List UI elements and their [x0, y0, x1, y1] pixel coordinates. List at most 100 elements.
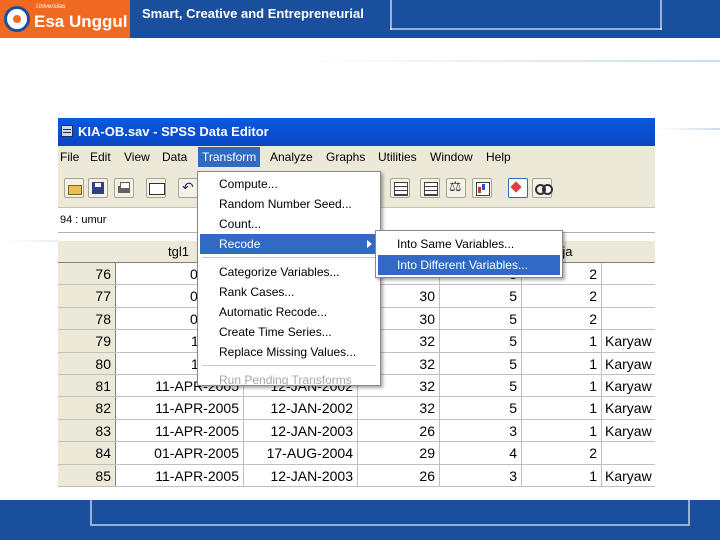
row-number[interactable]: 85: [58, 464, 116, 486]
cell-pekerjaan[interactable]: Karyaw: [602, 420, 655, 441]
menu-item-replace-missing-values[interactable]: Replace Missing Values...: [200, 342, 378, 362]
menu-item-into-different-variables[interactable]: Into Different Variables...: [378, 255, 560, 275]
cell-tgl2[interactable]: 12-JAN-2003: [244, 464, 358, 486]
cell-var4[interactable]: 5: [440, 330, 522, 352]
cell-reference: 94 : umur: [60, 214, 107, 226]
submenu-arrow-icon: [367, 240, 372, 248]
cell-kerja[interactable]: 1: [522, 464, 602, 486]
row-number[interactable]: 84: [58, 442, 116, 464]
tagline: Smart, Creative and Entrepreneurial: [142, 6, 364, 21]
menu-window[interactable]: Window: [430, 150, 473, 164]
table-row: 85 11-APR-2005 12-JAN-2003 26 3 1 Karyaw: [58, 464, 655, 487]
cell-pekerjaan[interactable]: [602, 263, 655, 284]
cell-pekerjaan[interactable]: Karyaw: [602, 353, 655, 374]
cell-var4[interactable]: 5: [440, 285, 522, 307]
cell-tgl1[interactable]: 11-APR-2005: [116, 419, 244, 442]
cell-umur[interactable]: 29: [358, 442, 440, 464]
cell-kerja[interactable]: 1: [522, 397, 602, 419]
menu-item-categorize-variables[interactable]: Categorize Variables...: [200, 262, 378, 282]
value-labels-icon[interactable]: [508, 178, 528, 198]
use-sets-icon[interactable]: [532, 178, 553, 198]
window-title: KIA-OB.sav - SPSS Data Editor: [78, 124, 269, 139]
cell-var4[interactable]: 3: [440, 464, 522, 486]
cell-kerja[interactable]: 2: [522, 442, 602, 464]
undo-icon[interactable]: [178, 178, 198, 198]
cell-tgl1[interactable]: 11-APR-2005: [116, 397, 244, 419]
menu-edit[interactable]: Edit: [90, 150, 111, 164]
cell-umur[interactable]: 26: [358, 419, 440, 442]
menu-utilities[interactable]: Utilities: [378, 150, 417, 164]
dialog-recall-icon[interactable]: [146, 178, 166, 198]
row-number[interactable]: 78: [58, 307, 116, 330]
menu-item-recode[interactable]: Recode: [200, 234, 378, 254]
cell-tgl2[interactable]: 12-JAN-2003: [244, 419, 358, 442]
cell-tgl1[interactable]: 11-APR-2005: [116, 464, 244, 486]
cell-tgl2[interactable]: 12-JAN-2002: [244, 397, 358, 419]
header-divider: [390, 28, 662, 30]
cell-var4[interactable]: 5: [440, 375, 522, 397]
row-number[interactable]: 76: [58, 263, 116, 285]
cell-umur[interactable]: 26: [358, 464, 440, 486]
cell-var4[interactable]: 4: [440, 442, 522, 464]
cell-pekerjaan[interactable]: [602, 308, 655, 329]
menu-analyze[interactable]: Analyze: [270, 150, 313, 164]
cell-pekerjaan[interactable]: Karyaw: [602, 375, 655, 396]
cell-kerja[interactable]: 1: [522, 419, 602, 442]
cell-pekerjaan[interactable]: Karyaw: [602, 397, 655, 418]
cell-kerja[interactable]: 1: [522, 352, 602, 374]
menu-item-label: Count...: [219, 217, 262, 231]
menu-file[interactable]: File: [60, 150, 79, 164]
menu-item-random-number-seed[interactable]: Random Number Seed...: [200, 194, 378, 214]
cell-var4[interactable]: 3: [440, 419, 522, 442]
row-number[interactable]: 81: [58, 375, 116, 397]
logo-emblem-icon: [4, 6, 30, 32]
menu-help[interactable]: Help: [486, 150, 511, 164]
menu-item-compute[interactable]: Compute...: [200, 174, 378, 194]
print-icon[interactable]: [114, 178, 134, 198]
cell-pekerjaan[interactable]: Karyaw: [602, 465, 655, 486]
cell-tgl2[interactable]: 17-AUG-2004: [244, 442, 358, 464]
save-icon[interactable]: [88, 178, 108, 198]
university-logo: Universitas Esa Unggul: [0, 0, 130, 38]
open-icon[interactable]: [64, 178, 84, 198]
cell-var4[interactable]: 5: [440, 307, 522, 330]
header-band: Universitas Esa Unggul Smart, Creative a…: [0, 0, 720, 38]
title-bar[interactable]: KIA-OB.sav - SPSS Data Editor: [58, 118, 655, 146]
split-file-icon[interactable]: [420, 178, 440, 198]
insert-variable-icon[interactable]: [390, 178, 410, 198]
cell-var4[interactable]: 5: [440, 352, 522, 374]
row-number[interactable]: 80: [58, 352, 116, 374]
weight-cases-icon[interactable]: [446, 178, 466, 198]
menu-item-label: Rank Cases...: [219, 285, 295, 299]
cell-kerja[interactable]: 2: [522, 307, 602, 330]
cell-umur[interactable]: 32: [358, 397, 440, 419]
cell-pekerjaan[interactable]: [602, 442, 655, 463]
cell-tgl1[interactable]: 01-APR-2005: [116, 442, 244, 464]
cell-kerja[interactable]: 2: [522, 285, 602, 307]
cell-kerja[interactable]: 1: [522, 330, 602, 352]
header-divider: [390, 0, 392, 30]
decorative-line: [0, 240, 60, 242]
menu-item-count[interactable]: Count...: [200, 214, 378, 234]
menu-item-automatic-recode[interactable]: Automatic Recode...: [200, 302, 378, 322]
column-header-tgl1[interactable]: tgl1: [168, 244, 189, 259]
menu-item-create-time-series[interactable]: Create Time Series...: [200, 322, 378, 342]
menu-data[interactable]: Data: [162, 150, 187, 164]
cell-pekerjaan[interactable]: Karyaw: [602, 330, 655, 351]
row-number[interactable]: 83: [58, 419, 116, 442]
menu-item-rank-cases[interactable]: Rank Cases...: [200, 282, 378, 302]
menu-item-label: Compute...: [219, 177, 278, 191]
menu-graphs[interactable]: Graphs: [326, 150, 365, 164]
cell-var4[interactable]: 5: [440, 397, 522, 419]
cell-kerja[interactable]: 1: [522, 375, 602, 397]
table-row: 84 01-APR-2005 17-AUG-2004 29 4 2: [58, 442, 655, 465]
row-number[interactable]: 79: [58, 330, 116, 352]
select-cases-icon[interactable]: [472, 178, 492, 198]
menu-transform[interactable]: Transform: [198, 147, 261, 167]
cell-pekerjaan[interactable]: [602, 285, 655, 306]
menu-item-into-same-variables[interactable]: Into Same Variables...: [378, 234, 560, 254]
row-number[interactable]: 82: [58, 397, 116, 419]
footer-frame-line: [90, 500, 690, 526]
row-number[interactable]: 77: [58, 285, 116, 307]
menu-view[interactable]: View: [124, 150, 150, 164]
